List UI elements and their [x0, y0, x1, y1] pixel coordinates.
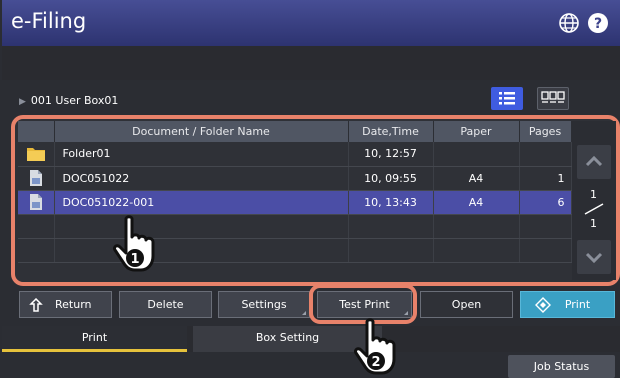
return-button[interactable]: Return: [19, 291, 112, 318]
breadcrumb-label: 001 User Box01: [30, 94, 119, 107]
tab-print-label: Print: [81, 331, 108, 344]
column-header-name[interactable]: Document / Folder Name: [54, 121, 349, 142]
header-band: [2, 46, 620, 80]
print-label: Print: [564, 298, 591, 311]
folder-icon: [26, 148, 45, 162]
table-row[interactable]: DOC051022 10, 09:55 A4 1: [18, 166, 572, 191]
table-row-empty: [18, 238, 572, 263]
help-icon[interactable]: ?: [587, 12, 609, 34]
print-diamond-icon: [535, 297, 551, 313]
pointing-hand-icon: 2: [354, 318, 396, 375]
column-header-paper[interactable]: Paper: [433, 121, 520, 142]
delete-button[interactable]: Delete: [119, 291, 212, 318]
document-icon: [29, 194, 42, 210]
open-button[interactable]: Open: [420, 291, 513, 318]
row-paper: A4: [433, 166, 520, 191]
thumbnail-view-icon: [541, 91, 565, 103]
settings-label: Settings: [241, 298, 287, 311]
job-status-label: Job Status: [533, 360, 590, 373]
row-date: 10, 09:55: [348, 166, 434, 191]
pointing-hand-icon: 1: [113, 215, 155, 272]
column-header-icon: [18, 121, 55, 142]
row-paper: A4: [433, 190, 520, 215]
column-header-date[interactable]: Date,Time: [348, 121, 434, 142]
open-label: Open: [451, 298, 482, 311]
list-view-icon: [499, 92, 515, 105]
row-name: DOC051022: [54, 166, 349, 191]
settings-button[interactable]: Settings: [218, 291, 310, 318]
callout-number-2: 2: [371, 355, 380, 370]
scroll-up-button[interactable]: [577, 145, 611, 179]
table-row-empty: [18, 214, 572, 239]
page-current: 1: [590, 188, 597, 201]
row-paper: [433, 142, 520, 167]
return-label: Return: [55, 298, 92, 311]
row-date: 10, 13:43: [348, 190, 434, 215]
svg-text:?: ?: [594, 16, 602, 32]
row-pages: 6: [519, 190, 572, 215]
app-title: e-Filing: [11, 9, 87, 33]
pager-column: 1 1: [572, 121, 616, 280]
chevron-down-icon: [585, 252, 603, 264]
row-name: Folder01: [54, 142, 349, 167]
document-table: Document / Folder Name Date,Time Paper P…: [18, 121, 572, 263]
row-pages: 1: [519, 166, 572, 191]
table-row[interactable]: Folder01 10, 12:57: [18, 142, 572, 167]
tab-box-setting-label: Box Setting: [255, 331, 320, 344]
breadcrumb: ▶ 001 User Box01: [19, 94, 118, 107]
submenu-indicator-icon: [302, 307, 306, 315]
table-header: Document / Folder Name Date,Time Paper P…: [18, 121, 572, 142]
page-separator: [584, 203, 604, 215]
page-total: 1: [590, 217, 597, 230]
globe-icon[interactable]: [558, 12, 580, 34]
play-arrow-icon: ▶: [19, 97, 26, 107]
chevron-up-icon: [585, 155, 603, 167]
row-pages: [519, 142, 572, 167]
title-bar: e-Filing ?: [2, 0, 620, 46]
row-date: 10, 12:57: [348, 142, 434, 167]
table-row-selected[interactable]: DOC051022-001 10, 13:43 A4 6: [18, 190, 572, 215]
delete-label: Delete: [147, 298, 184, 311]
tab-print[interactable]: Print: [2, 326, 187, 352]
scroll-down-button[interactable]: [577, 240, 611, 274]
thumbnail-view-button[interactable]: [537, 87, 569, 110]
document-icon: [29, 170, 42, 186]
return-arrow-icon: [29, 298, 43, 312]
callout-number-1: 1: [130, 252, 139, 267]
job-status-button[interactable]: Job Status: [508, 355, 615, 378]
list-view-button[interactable]: [491, 87, 523, 110]
print-button[interactable]: Print: [520, 291, 615, 318]
column-header-pages[interactable]: Pages: [519, 121, 572, 142]
efiling-screen: e-Filing ? ▶ 001 User Box01 Document / F…: [0, 0, 620, 378]
row-name: DOC051022-001: [54, 190, 349, 215]
